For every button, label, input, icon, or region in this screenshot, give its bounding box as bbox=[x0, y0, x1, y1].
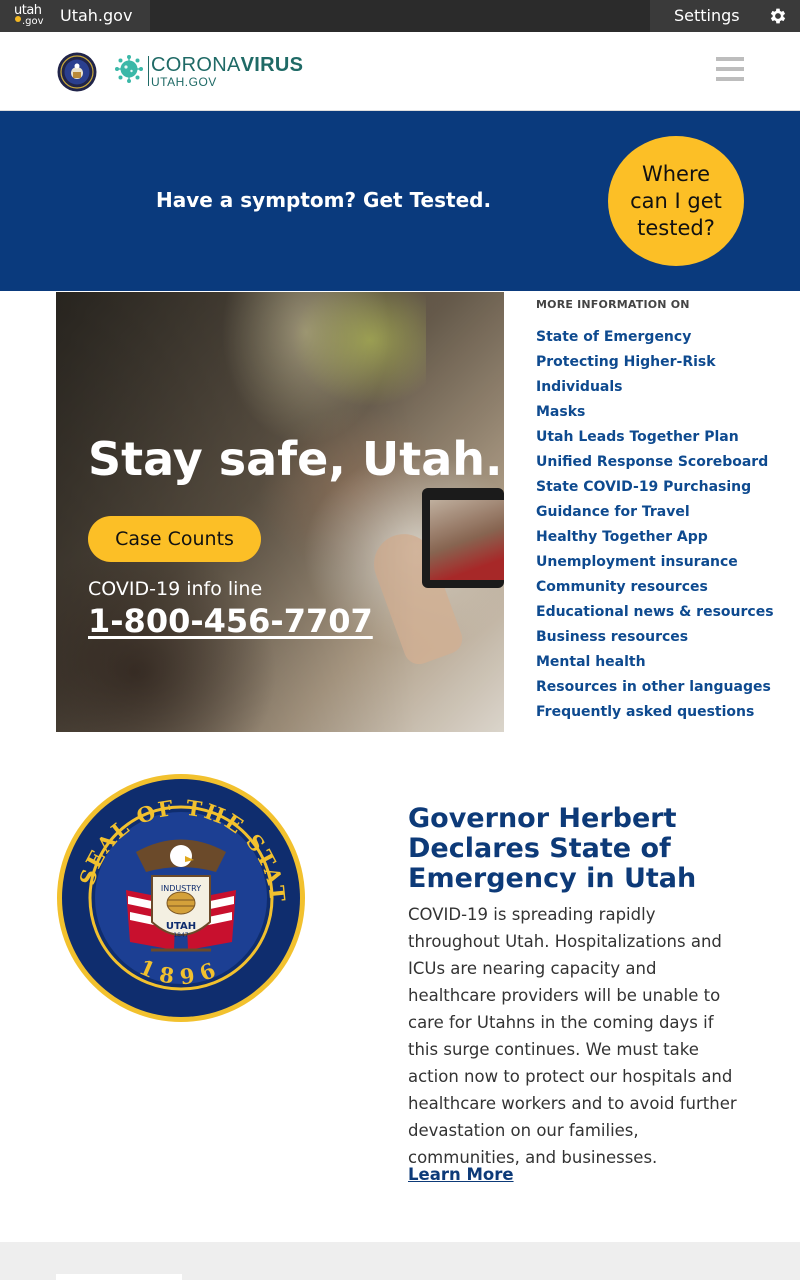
logo-divider bbox=[148, 56, 149, 86]
utility-bar: utah .gov Utah.gov Settings bbox=[0, 0, 800, 32]
utah-gov-logo: utah .gov bbox=[14, 3, 44, 27]
hero-section: Stay safe, Utah. Case Counts COVID-19 in… bbox=[56, 292, 504, 732]
logo-title-regular: CORONA bbox=[151, 54, 241, 76]
more-info-link[interactable]: State COVID-19 Purchasing bbox=[536, 475, 776, 500]
where-to-get-tested-button[interactable]: Where can I get tested? bbox=[608, 136, 744, 266]
great-seal-of-utah-image: THE GREAT SEAL OF THE STATE OF UTAH 1896… bbox=[56, 772, 305, 1022]
coronavirus-utah-gov-logo[interactable]: CORONAVIRUS UTAH.GOV bbox=[151, 54, 303, 88]
more-info-link[interactable]: Unemployment insurance bbox=[536, 550, 776, 575]
more-info-link[interactable]: Guidance for Travel bbox=[536, 500, 776, 525]
info-line-label: COVID-19 info line bbox=[88, 578, 263, 600]
test-banner: Have a symptom? Get Tested. Where can I … bbox=[0, 111, 800, 291]
utah-gov-link[interactable]: utah .gov Utah.gov bbox=[0, 0, 150, 32]
utah-gov-label: Utah.gov bbox=[60, 6, 133, 25]
seal-inner-year-text: 1847 bbox=[173, 932, 188, 939]
news-body: COVID-19 is spreading rapidly throughout… bbox=[408, 905, 737, 1167]
learn-more-link[interactable]: Learn More bbox=[408, 1165, 514, 1184]
hamburger-line bbox=[716, 77, 744, 81]
more-info-link[interactable]: Mental health bbox=[536, 650, 776, 675]
more-info-link[interactable]: Resources in other languages bbox=[536, 675, 776, 700]
more-info-panel: MORE INFORMATION ON State of Emergency P… bbox=[536, 298, 776, 725]
hamburger-line bbox=[716, 67, 744, 71]
utah-gov-logo-word: utah bbox=[14, 3, 42, 18]
hamburger-line bbox=[716, 57, 744, 61]
coronavirus-icon bbox=[115, 55, 143, 83]
more-info-link[interactable]: Community resources bbox=[536, 575, 776, 600]
more-info-link[interactable]: Frequently asked questions bbox=[536, 700, 776, 725]
utah-seal-logo[interactable] bbox=[57, 52, 97, 92]
more-info-link[interactable]: Masks bbox=[536, 400, 776, 425]
footer-section bbox=[0, 1242, 800, 1280]
logo-title-bold: VIRUS bbox=[240, 54, 304, 76]
info-line-phone-link[interactable]: 1-800-456-7707 bbox=[88, 602, 373, 640]
hero-image-overlay bbox=[56, 292, 504, 732]
seal-utah-text: UTAH bbox=[166, 921, 196, 932]
more-info-link[interactable]: Unified Response Scoreboard bbox=[536, 450, 776, 475]
settings-button[interactable]: Settings bbox=[650, 0, 800, 32]
site-header: CORONAVIRUS UTAH.GOV bbox=[0, 32, 800, 111]
news-title: Governor Herbert Declares State of Emerg… bbox=[408, 803, 697, 894]
more-info-link[interactable]: State of Emergency bbox=[536, 325, 776, 350]
more-info-link[interactable]: Utah Leads Together Plan bbox=[536, 425, 776, 450]
case-counts-button[interactable]: Case Counts bbox=[88, 516, 261, 562]
logo-subtitle: UTAH.GOV bbox=[151, 75, 217, 89]
more-info-links: State of Emergency Protecting Higher-Ris… bbox=[536, 325, 776, 725]
more-info-heading: MORE INFORMATION ON bbox=[536, 298, 690, 311]
more-info-link[interactable]: Protecting Higher-Risk Individuals bbox=[536, 350, 776, 400]
more-info-link[interactable]: Business resources bbox=[536, 625, 776, 650]
hero-title: Stay safe, Utah. bbox=[88, 432, 503, 486]
more-info-link[interactable]: Educational news & resources bbox=[536, 600, 776, 625]
hamburger-menu-icon[interactable] bbox=[716, 57, 744, 81]
footer-card bbox=[56, 1274, 182, 1280]
more-info-link[interactable]: Healthy Together App bbox=[536, 525, 776, 550]
settings-label: Settings bbox=[674, 6, 740, 25]
banner-text: Have a symptom? Get Tested. bbox=[156, 188, 492, 212]
gear-icon bbox=[770, 8, 786, 24]
utah-gov-logo-dot bbox=[15, 16, 21, 22]
logo-title: CORONAVIRUS bbox=[151, 54, 303, 76]
